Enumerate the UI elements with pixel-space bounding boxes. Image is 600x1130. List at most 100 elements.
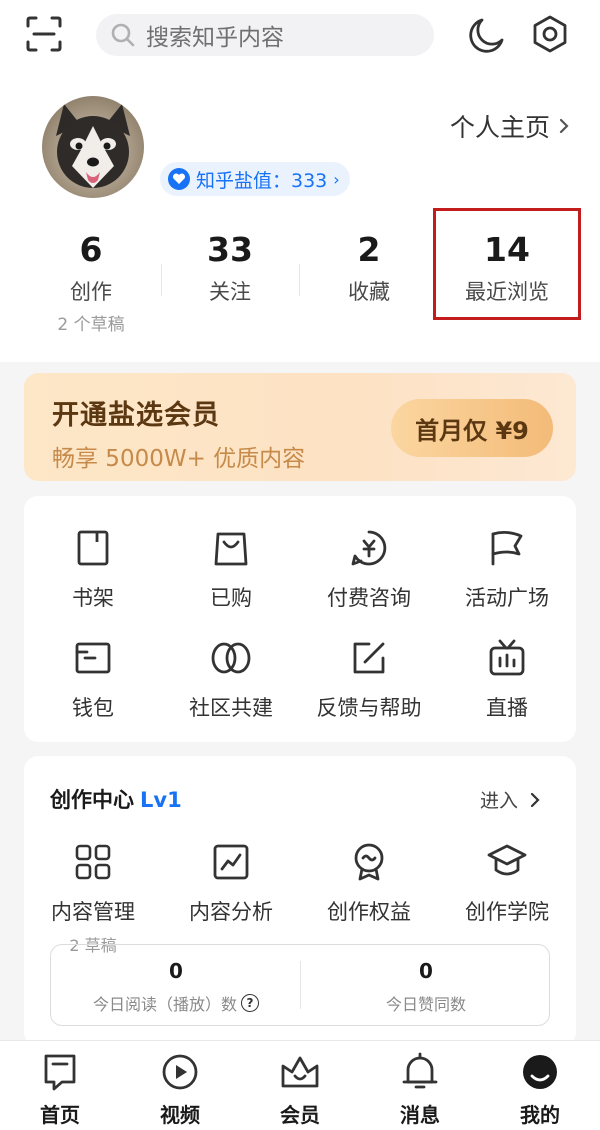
vip-title: 开通盐选会员 bbox=[52, 400, 220, 431]
tab-label: 我的 bbox=[520, 1103, 560, 1127]
tab-me[interactable]: 我的 bbox=[480, 1049, 600, 1128]
dog-avatar-image bbox=[42, 96, 144, 198]
service-feedback-help[interactable]: 反馈与帮助 bbox=[300, 636, 438, 722]
tab-label: 视频 bbox=[160, 1103, 200, 1127]
services-card: 书架 已购 付费咨询 活动广场 钱包 社区共建 反馈与帮助 直播 bbox=[24, 496, 576, 742]
search-placeholder: 搜索知乎内容 bbox=[146, 25, 284, 51]
paid-consult-icon bbox=[351, 530, 387, 566]
service-activity-square[interactable]: 活动广场 bbox=[438, 526, 576, 612]
bell-icon bbox=[402, 1052, 438, 1089]
drafts-count: 2 个草稿 bbox=[57, 315, 125, 335]
service-label: 反馈与帮助 bbox=[316, 696, 422, 720]
profile-face-icon bbox=[523, 1055, 557, 1089]
vip-membership-banner[interactable]: 开通盐选会员 畅享 5000W+ 优质内容 首月仅 ¥9 bbox=[24, 373, 576, 481]
creator-center-title: 创作中心 Lv1 bbox=[50, 784, 182, 814]
today-upvotes-value: 0 bbox=[419, 959, 433, 983]
service-purchased[interactable]: 已购 bbox=[162, 526, 300, 612]
stat-value: 2 bbox=[357, 230, 381, 269]
analytics-icon bbox=[213, 844, 249, 880]
today-reads-value: 0 bbox=[169, 959, 183, 983]
vip-subtitle: 畅享 5000W+ 优质内容 bbox=[52, 446, 306, 472]
tab-home[interactable]: 首页 bbox=[0, 1049, 120, 1128]
creator-level: Lv1 bbox=[140, 788, 182, 812]
personal-homepage-link[interactable]: 个人主页 bbox=[450, 108, 570, 144]
service-label: 社区共建 bbox=[189, 696, 273, 720]
creator-rights[interactable]: 创作权益 bbox=[300, 840, 438, 926]
crown-icon bbox=[281, 1056, 319, 1088]
service-label: 活动广场 bbox=[465, 586, 549, 610]
search-input[interactable]: 搜索知乎内容 bbox=[96, 14, 434, 56]
scan-icon bbox=[26, 16, 62, 52]
today-reads[interactable]: 0 今日阅读（播放）数 ? bbox=[51, 959, 301, 1015]
creator-center-card: 创作中心 Lv1 进入 内容管理 2 草稿 内容分析 创作权益 创作学院 0 今… bbox=[24, 756, 576, 1046]
gear-icon bbox=[533, 15, 567, 53]
creator-item-label: 创作学院 bbox=[465, 900, 549, 924]
today-upvotes[interactable]: 0 今日赞同数 bbox=[301, 959, 551, 1015]
stat-value: 33 bbox=[207, 230, 253, 269]
chevron-right-icon: › bbox=[333, 169, 340, 189]
service-label: 书架 bbox=[72, 586, 114, 610]
stat-label: 创作 bbox=[70, 280, 112, 304]
chevron-right-icon bbox=[559, 118, 569, 134]
shopping-bag-icon bbox=[214, 532, 248, 566]
avatar[interactable] bbox=[42, 96, 144, 198]
stat-creations[interactable]: 6 创作 2 个草稿 bbox=[22, 228, 160, 335]
service-label: 已购 bbox=[210, 586, 252, 610]
service-paid-consult[interactable]: 付费咨询 bbox=[300, 526, 438, 612]
stat-following[interactable]: 33 关注 bbox=[161, 228, 299, 306]
tab-label: 消息 bbox=[400, 1103, 440, 1127]
graduation-cap-icon bbox=[487, 844, 527, 876]
bookshelf-icon bbox=[77, 530, 109, 566]
creator-enter-link[interactable]: 进入 bbox=[480, 786, 540, 813]
today-stats-box: 0 今日阅读（播放）数 ? 0 今日赞同数 bbox=[50, 944, 550, 1026]
creator-item-label: 创作权益 bbox=[327, 900, 411, 924]
question-mark-icon[interactable]: ? bbox=[241, 994, 259, 1012]
service-wallet[interactable]: 钱包 bbox=[24, 636, 162, 722]
flag-icon bbox=[491, 531, 523, 566]
today-reads-label-row: 今日阅读（播放）数 ? bbox=[51, 991, 301, 1015]
service-live[interactable]: 直播 bbox=[438, 636, 576, 722]
creator-enter-label: 进入 bbox=[479, 790, 518, 812]
vip-first-month-button[interactable]: 首月仅 ¥9 bbox=[391, 399, 553, 457]
salt-value-badge[interactable]: 知乎盐值：333 › bbox=[160, 162, 350, 196]
home-icon bbox=[44, 1054, 76, 1091]
heart-icon bbox=[168, 168, 190, 190]
tab-label: 首页 bbox=[40, 1103, 80, 1127]
service-bookshelf[interactable]: 书架 bbox=[24, 526, 162, 612]
creator-item-label: 内容分析 bbox=[189, 900, 273, 924]
today-reads-label: 今日阅读（播放）数 bbox=[92, 995, 237, 1014]
creator-content-management[interactable]: 内容管理 2 草稿 bbox=[24, 840, 162, 956]
wallet-icon bbox=[75, 642, 111, 674]
service-community[interactable]: 社区共建 bbox=[162, 636, 300, 722]
tab-membership[interactable]: 会员 bbox=[240, 1049, 360, 1128]
creator-center-label: 创作中心 bbox=[50, 788, 134, 812]
bottom-tab-bar: 首页 视频 会员 消息 我的 bbox=[0, 1040, 600, 1130]
salt-value-text: 知乎盐值：333 bbox=[196, 169, 328, 192]
creator-academy[interactable]: 创作学院 bbox=[438, 840, 576, 926]
creator-item-label: 内容管理 bbox=[51, 900, 135, 924]
personal-homepage-label: 个人主页 bbox=[449, 113, 550, 142]
creator-content-analysis[interactable]: 内容分析 bbox=[162, 840, 300, 926]
today-upvotes-label: 今日赞同数 bbox=[385, 995, 466, 1014]
highlight-annotation-box bbox=[433, 208, 581, 320]
service-label: 直播 bbox=[486, 696, 528, 720]
moon-icon bbox=[469, 18, 504, 53]
video-play-icon bbox=[162, 1054, 198, 1090]
community-icon bbox=[211, 642, 251, 674]
service-label: 付费咨询 bbox=[327, 586, 411, 610]
tab-video[interactable]: 视频 bbox=[120, 1049, 240, 1128]
live-tv-icon bbox=[489, 639, 525, 676]
stat-value: 6 bbox=[79, 230, 103, 269]
stat-favorites[interactable]: 2 收藏 bbox=[300, 228, 438, 306]
service-label: 钱包 bbox=[72, 696, 114, 720]
scan-button[interactable] bbox=[22, 12, 66, 56]
grid-icon bbox=[75, 844, 111, 880]
stat-label: 关注 bbox=[209, 280, 251, 304]
night-mode-button[interactable] bbox=[464, 14, 508, 58]
chevron-right-icon bbox=[530, 792, 540, 807]
badge-icon bbox=[354, 843, 384, 881]
tab-messages[interactable]: 消息 bbox=[360, 1049, 480, 1128]
stat-label: 收藏 bbox=[348, 280, 390, 304]
settings-button[interactable] bbox=[528, 12, 572, 56]
search-icon bbox=[111, 23, 135, 47]
